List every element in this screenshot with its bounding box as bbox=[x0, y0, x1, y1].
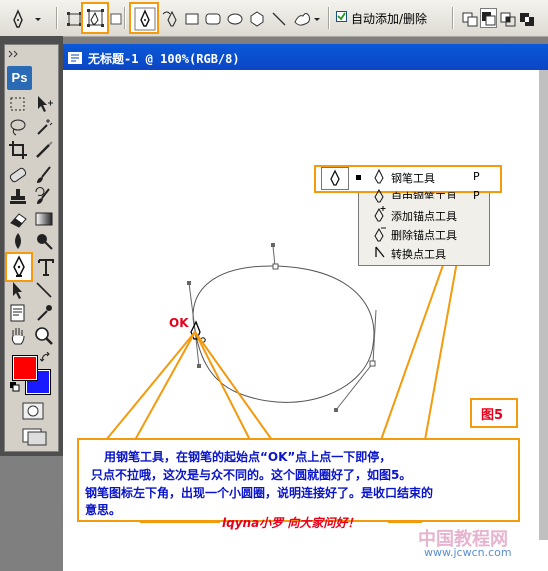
menu-item-pen-tool[interactable]: 钢笔工具 bbox=[391, 170, 435, 186]
menu-item-convert-point[interactable]: 转换点工具 bbox=[391, 246, 446, 262]
convert-point-icon bbox=[374, 245, 386, 259]
menu-shortcut-pen: P bbox=[473, 170, 480, 183]
menu-item-freeform-pen[interactable]: 自由钢笔工具 bbox=[391, 189, 457, 199]
delete-anchor-icon bbox=[373, 226, 387, 242]
menu-shortcut-freeform: P bbox=[473, 189, 480, 199]
menu-pen-icon bbox=[373, 168, 385, 185]
watermark-url: www.jcwcn.com bbox=[424, 546, 512, 559]
add-anchor-icon bbox=[373, 206, 387, 222]
signature-divider-right bbox=[388, 521, 422, 523]
explanation-line-3: 钢笔图标左下角，出现一个小圆圈，说明连接好了。是收口结束的 bbox=[85, 486, 434, 500]
ok-start-point-label: OK bbox=[169, 316, 189, 330]
freeform-pen-icon bbox=[373, 188, 385, 203]
menu-item-delete-anchor[interactable]: 删除锚点工具 bbox=[391, 227, 457, 243]
author-signature: lqyna小罗 向大家问好！ bbox=[222, 516, 360, 530]
menu-current-bullet bbox=[356, 175, 361, 180]
figure-label: 图5 bbox=[481, 408, 504, 423]
menu-item-add-anchor[interactable]: 添加锚点工具 bbox=[391, 208, 457, 224]
signature-divider-left bbox=[140, 521, 220, 523]
pen-tool-active-icon bbox=[321, 167, 349, 190]
explanation-line-4: 意思。 bbox=[85, 503, 122, 517]
explanation-line-1: 用钢笔工具，在钢笔的起始点“OK”点上点一下即停， bbox=[104, 450, 392, 464]
explanation-line-2: 只点不拉哦，这次是与众不同的。这个圆就圈好了，如图5。 bbox=[91, 468, 412, 482]
